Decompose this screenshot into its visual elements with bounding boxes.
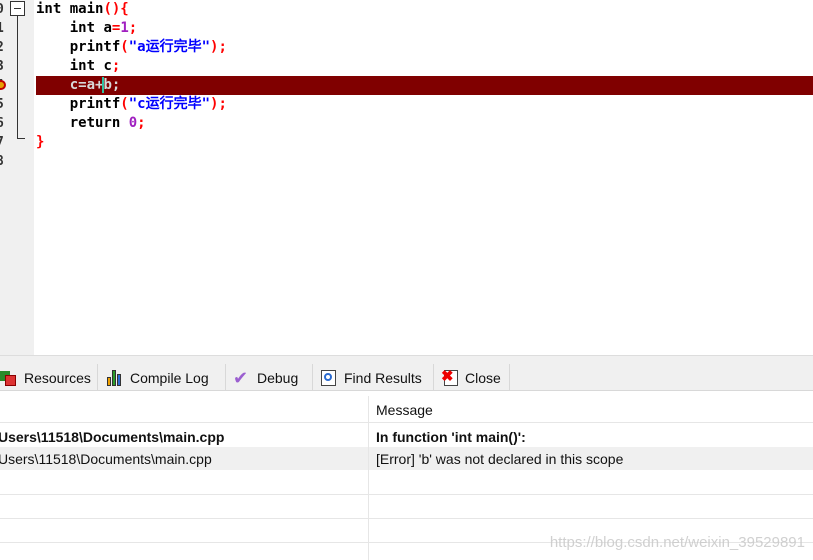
code-token-sym: ;	[111, 58, 121, 74]
code-token-id: c	[95, 58, 112, 74]
code-token-sym: );	[210, 96, 227, 112]
line-number: 7	[0, 133, 6, 152]
watermark: https://blog.csdn.net/weixin_39529891	[549, 534, 805, 551]
close-icon: ✖	[441, 368, 459, 387]
panel-tab-bar: Resources Compile Log ✔ Debug Find Resul…	[0, 356, 813, 391]
column-divider[interactable]	[368, 396, 369, 560]
tab-label: Compile Log	[130, 369, 209, 386]
row-2-message[interactable]: [Error] 'b' was not declared in this sco…	[376, 448, 623, 470]
line-number: 0	[0, 0, 6, 19]
bottom-panel: Resources Compile Log ✔ Debug Find Resul…	[0, 355, 813, 560]
tab-debug[interactable]: ✔ Debug	[227, 364, 313, 391]
code-token-sym: );	[210, 39, 227, 55]
row-divider	[0, 518, 813, 519]
tab-label: Debug	[257, 369, 299, 386]
fold-guide-end	[17, 138, 25, 139]
bar-chart-icon	[106, 369, 124, 387]
find-icon	[320, 369, 338, 387]
tab-label: Find Results	[344, 369, 422, 386]
resources-icon	[0, 369, 18, 387]
code-token-sym: ;	[137, 115, 146, 131]
line-number: 2	[0, 38, 6, 57]
tab-label: Resources	[24, 369, 91, 386]
code-token-kw: int	[69, 20, 96, 36]
code-token-sym: (	[120, 39, 129, 55]
code-token-kw: int	[36, 1, 62, 17]
code-line[interactable]: int main(){	[36, 0, 813, 19]
code-token-id	[36, 20, 70, 36]
header-message[interactable]: Message	[376, 399, 433, 421]
tab-compile-log[interactable]: Compile Log	[99, 364, 226, 391]
code-token-sym: ;	[128, 20, 138, 36]
code-token-id: printf	[36, 96, 121, 112]
code-line[interactable]	[36, 152, 813, 171]
line-number: 3	[0, 57, 6, 76]
code-line-error[interactable]: c=a+b;	[36, 76, 813, 95]
row-2-file[interactable]: Users\11518\Documents\main.cpp	[0, 448, 212, 470]
code-line[interactable]: printf("c运行完毕");	[36, 95, 813, 114]
line-number: 1	[0, 19, 6, 38]
line-number: 6	[0, 114, 6, 133]
line-number: 8	[0, 152, 6, 171]
code-token-id	[120, 115, 128, 131]
row-1-file[interactable]: Users\11518\Documents\main.cpp	[0, 426, 224, 448]
code-token-id: c=a+	[36, 77, 104, 93]
tab-close[interactable]: ✖ Close	[435, 364, 510, 391]
code-token-num: 0	[128, 115, 138, 131]
row-divider	[0, 422, 813, 423]
code-token-id	[36, 58, 70, 74]
code-token-id: a	[95, 20, 112, 36]
code-line[interactable]: }	[36, 133, 813, 152]
row-divider	[0, 494, 813, 495]
tab-label: Close	[465, 369, 501, 386]
code-token-id: main	[61, 1, 104, 17]
code-token-id	[36, 115, 70, 131]
checkmark-icon: ✔	[233, 367, 249, 388]
code-line[interactable]: printf("a运行完毕");	[36, 38, 813, 57]
code-token-num: 1	[120, 20, 129, 36]
code-line[interactable]: return 0;	[36, 114, 813, 133]
fold-guide-line	[17, 16, 18, 139]
code-token-sym: }	[36, 134, 45, 150]
tab-resources[interactable]: Resources	[0, 364, 98, 391]
fold-collapse-icon[interactable]	[10, 1, 25, 16]
code-line[interactable]: int c;	[36, 57, 813, 76]
code-token-sym: (	[120, 96, 129, 112]
code-token-str: "a运行完毕"	[128, 39, 211, 55]
code-line[interactable]: int a=1;	[36, 19, 813, 38]
code-token-kw: return	[69, 115, 121, 131]
code-token-str: "c运行完毕"	[128, 96, 211, 112]
row-1-message[interactable]: In function 'int main()':	[376, 426, 526, 448]
code-token-kw: int	[69, 58, 96, 74]
code-editor[interactable]: 0int main(){1 int a=1;2 printf("a运行完毕");…	[0, 0, 813, 355]
line-number: 5	[0, 95, 6, 114]
tab-find-results[interactable]: Find Results	[314, 364, 434, 391]
code-token-sym: (){	[103, 1, 129, 17]
code-token-id: printf	[36, 39, 121, 55]
code-token-id: b;	[103, 77, 121, 93]
